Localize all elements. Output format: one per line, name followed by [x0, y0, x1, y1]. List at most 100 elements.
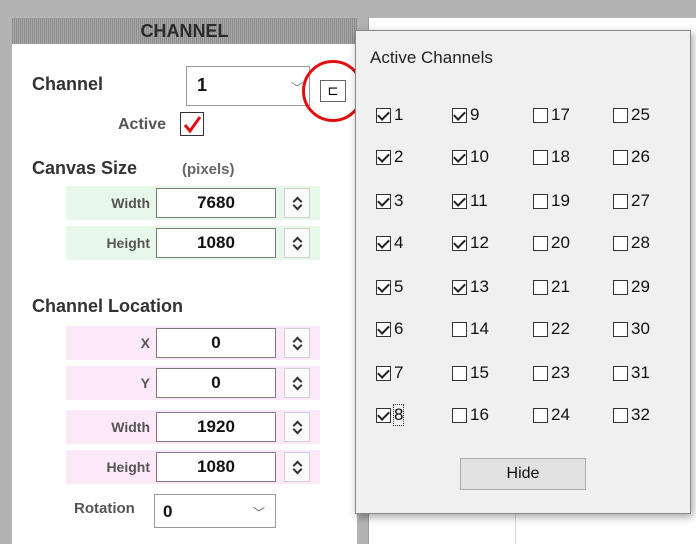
- checkbox-unchecked-icon: [613, 407, 628, 423]
- popup-title: Active Channels: [370, 48, 493, 67]
- channel-checkbox-32[interactable]: 32: [613, 404, 650, 426]
- channel-checkbox-label: 15: [470, 363, 489, 382]
- channel-checkbox-6[interactable]: 6: [376, 318, 403, 340]
- channel-checkbox-label: 9: [470, 105, 480, 124]
- channel-checkbox-31[interactable]: 31: [613, 362, 650, 384]
- checkbox-unchecked-icon: [613, 279, 628, 295]
- channel-checkbox-label: 3: [394, 191, 404, 210]
- checkbox-checked-icon: [452, 107, 467, 123]
- canvas-height-label: Height: [106, 235, 150, 251]
- rotation-select[interactable]: 0 ﹀: [154, 494, 276, 528]
- channel-checkbox-4[interactable]: 4: [376, 232, 403, 254]
- canvas-height-spinner[interactable]: [284, 228, 310, 258]
- channel-checkbox-22[interactable]: 22: [533, 318, 570, 340]
- channel-checkbox-label: 20: [551, 233, 570, 252]
- active-channels-popup: [355, 30, 691, 514]
- checkbox-unchecked-icon: [613, 321, 628, 337]
- checkbox-checked-icon: [452, 235, 467, 251]
- channel-label: Channel: [32, 74, 104, 94]
- canvas-size-label: Canvas Size: [32, 158, 138, 178]
- active-checkbox[interactable]: [180, 112, 204, 136]
- channel-checkbox-5[interactable]: 5: [376, 276, 403, 298]
- channel-location-label: Channel Location: [32, 296, 184, 316]
- location-width-input[interactable]: 1920: [156, 412, 276, 442]
- channel-checkbox-label: 13: [470, 277, 489, 296]
- location-x-label: X: [140, 335, 150, 351]
- spin-down-icon: [293, 467, 301, 475]
- checkbox-checked-icon: [376, 193, 391, 209]
- checkbox-checked-icon: [376, 107, 391, 123]
- channel-checkbox-27[interactable]: 27: [613, 190, 650, 212]
- channel-checkbox-26[interactable]: 26: [613, 146, 650, 168]
- channel-checkbox-21[interactable]: 21: [533, 276, 570, 298]
- spin-down-icon: [293, 427, 301, 435]
- channel-checkbox-label: 2: [394, 147, 404, 166]
- location-height-input[interactable]: 1080: [156, 452, 276, 482]
- checkbox-unchecked-icon: [613, 193, 628, 209]
- channel-checkbox-29[interactable]: 29: [613, 276, 650, 298]
- checkbox-checked-icon: [452, 193, 467, 209]
- channel-checkbox-18[interactable]: 18: [533, 146, 570, 168]
- channel-checkbox-28[interactable]: 28: [613, 232, 650, 254]
- channel-checkbox-30[interactable]: 30: [613, 318, 650, 340]
- channel-select[interactable]: 1 ﹀: [186, 66, 310, 106]
- location-x-spinner[interactable]: [284, 328, 310, 358]
- red-check-icon: [183, 116, 202, 134]
- checkbox-checked-icon: [376, 321, 391, 337]
- channel-checkbox-10[interactable]: 10: [452, 146, 489, 168]
- channel-checkbox-label: 19: [551, 191, 570, 210]
- channel-checkbox-13[interactable]: 13: [452, 276, 489, 298]
- canvas-width-input[interactable]: 7680: [156, 188, 276, 218]
- channel-checkbox-label: 28: [631, 233, 650, 252]
- channel-checkbox-1[interactable]: 1: [376, 104, 403, 126]
- canvas-width-spinner[interactable]: [284, 188, 310, 218]
- checkbox-unchecked-icon: [533, 107, 548, 123]
- channel-checkbox-11[interactable]: 11: [452, 190, 488, 212]
- active-label: Active: [118, 116, 167, 133]
- channel-checkbox-3[interactable]: 3: [376, 190, 403, 212]
- canvas-height-input[interactable]: 1080: [156, 228, 276, 258]
- channel-checkbox-2[interactable]: 2: [376, 146, 403, 168]
- channel-checkbox-label: 30: [631, 319, 650, 338]
- channel-checkbox-20[interactable]: 20: [533, 232, 570, 254]
- channel-checkbox-17[interactable]: 17: [533, 104, 570, 126]
- channel-checkbox-7[interactable]: 7: [376, 362, 403, 384]
- checkbox-unchecked-icon: [533, 407, 548, 423]
- channel-checkbox-label: 1: [394, 105, 404, 124]
- checkbox-unchecked-icon: [613, 365, 628, 381]
- checkbox-checked-icon: [376, 235, 391, 251]
- channel-checkbox-label: 32: [631, 405, 650, 424]
- spin-down-icon: [293, 343, 301, 351]
- location-height-spinner[interactable]: [284, 452, 310, 482]
- channel-checkbox-label: 21: [551, 277, 570, 296]
- channel-checkbox-23[interactable]: 23: [533, 362, 570, 384]
- location-y-spinner[interactable]: [284, 368, 310, 398]
- channel-checkbox-24[interactable]: 24: [533, 404, 570, 426]
- channel-checkbox-label: 7: [394, 363, 404, 382]
- location-width-spinner[interactable]: [284, 412, 310, 442]
- checkbox-unchecked-icon: [533, 321, 548, 337]
- channel-checkbox-label: 5: [394, 277, 404, 296]
- location-y-label: Y: [140, 375, 150, 391]
- channel-checkbox-label: 17: [551, 105, 570, 124]
- checkbox-checked-icon: [452, 279, 467, 295]
- channel-checkbox-12[interactable]: 12: [452, 232, 489, 254]
- channel-checkbox-8[interactable]: 8: [376, 404, 405, 426]
- location-x-input[interactable]: 0: [156, 328, 276, 358]
- location-y-input[interactable]: 0: [156, 368, 276, 398]
- checkbox-unchecked-icon: [613, 149, 628, 165]
- location-height-label: Height: [106, 459, 150, 475]
- channel-checkbox-9[interactable]: 9: [452, 104, 479, 126]
- channel-checkbox-15[interactable]: 15: [452, 362, 489, 384]
- panel-header: CHANNEL: [12, 18, 357, 44]
- checkbox-unchecked-icon: [533, 149, 548, 165]
- channel-checkbox-25[interactable]: 25: [613, 104, 650, 126]
- hide-button[interactable]: Hide: [460, 458, 586, 490]
- checkbox-checked-icon: [376, 279, 391, 295]
- rotation-label: Rotation: [74, 500, 135, 517]
- channel-checkbox-19[interactable]: 19: [533, 190, 570, 212]
- channel-checkbox-14[interactable]: 14: [452, 318, 489, 340]
- checkbox-unchecked-icon: [452, 321, 467, 337]
- spin-down-icon: [293, 203, 301, 211]
- channel-checkbox-16[interactable]: 16: [452, 404, 489, 426]
